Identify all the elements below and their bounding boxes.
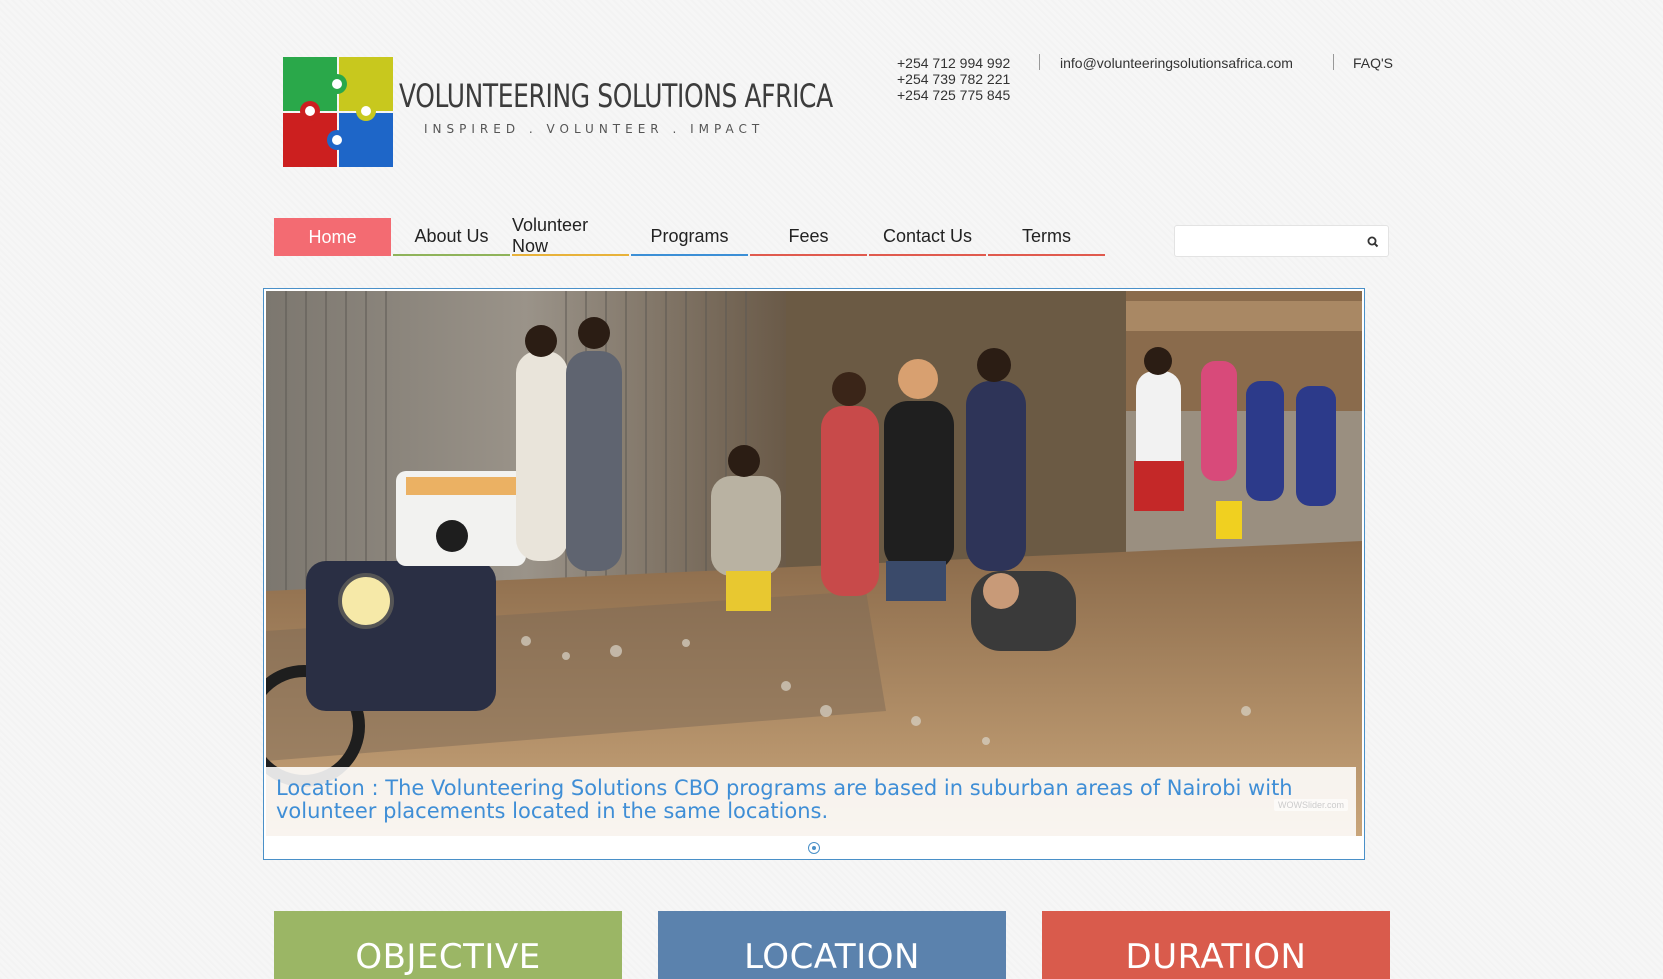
faq-link[interactable]: FAQ'S: [1353, 55, 1393, 71]
puzzle-logo-icon: [283, 57, 393, 167]
search-box: [1174, 225, 1389, 257]
divider: [1333, 54, 1334, 70]
phone-number: +254 712 994 992: [897, 55, 1011, 71]
image-slider: Location : The Volunteering Solutions CB…: [263, 288, 1365, 860]
slider-watermark: WOWSlider.com: [1273, 799, 1348, 811]
duration-tile[interactable]: DURATION: [1042, 911, 1390, 979]
nav-item-contact-us[interactable]: Contact Us: [869, 218, 986, 256]
main-nav: Home About Us Volunteer Now Programs Fee…: [274, 215, 1107, 256]
nav-item-about-us[interactable]: About Us: [393, 218, 510, 256]
search-input[interactable]: [1175, 226, 1355, 256]
nav-item-fees[interactable]: Fees: [750, 218, 867, 256]
slide-caption: Location : The Volunteering Solutions CB…: [266, 767, 1356, 837]
logo-title: VOLUNTEERING SOLUTIONS AFRICA: [399, 77, 833, 115]
site-logo[interactable]: VOLUNTEERING SOLUTIONS AFRICA INSPIRED .…: [281, 55, 841, 180]
objective-tile[interactable]: OBJECTIVE: [274, 911, 622, 979]
slider-pagination: [264, 842, 1364, 854]
slide-image: [266, 291, 1362, 836]
nav-item-volunteer-now[interactable]: Volunteer Now: [512, 215, 629, 256]
nav-item-programs[interactable]: Programs: [631, 218, 748, 256]
nav-item-home[interactable]: Home: [274, 218, 391, 256]
phone-number: +254 739 782 221: [897, 71, 1011, 87]
phone-list: +254 712 994 992 +254 739 782 221 +254 7…: [897, 55, 1010, 103]
search-icon[interactable]: [1366, 235, 1380, 249]
page: VOLUNTEERING SOLUTIONS AFRICA INSPIRED .…: [0, 0, 1663, 979]
email-link[interactable]: info@volunteeringsolutionsafrica.com: [1060, 55, 1293, 71]
phone-number: +254 725 775 845: [897, 87, 1011, 103]
nav-item-terms[interactable]: Terms: [988, 218, 1105, 256]
slider-dot-active[interactable]: [808, 842, 820, 854]
divider: [1039, 54, 1040, 70]
location-tile[interactable]: LOCATION: [658, 911, 1006, 979]
logo-tagline: INSPIRED . VOLUNTEER . IMPACT: [424, 122, 765, 136]
